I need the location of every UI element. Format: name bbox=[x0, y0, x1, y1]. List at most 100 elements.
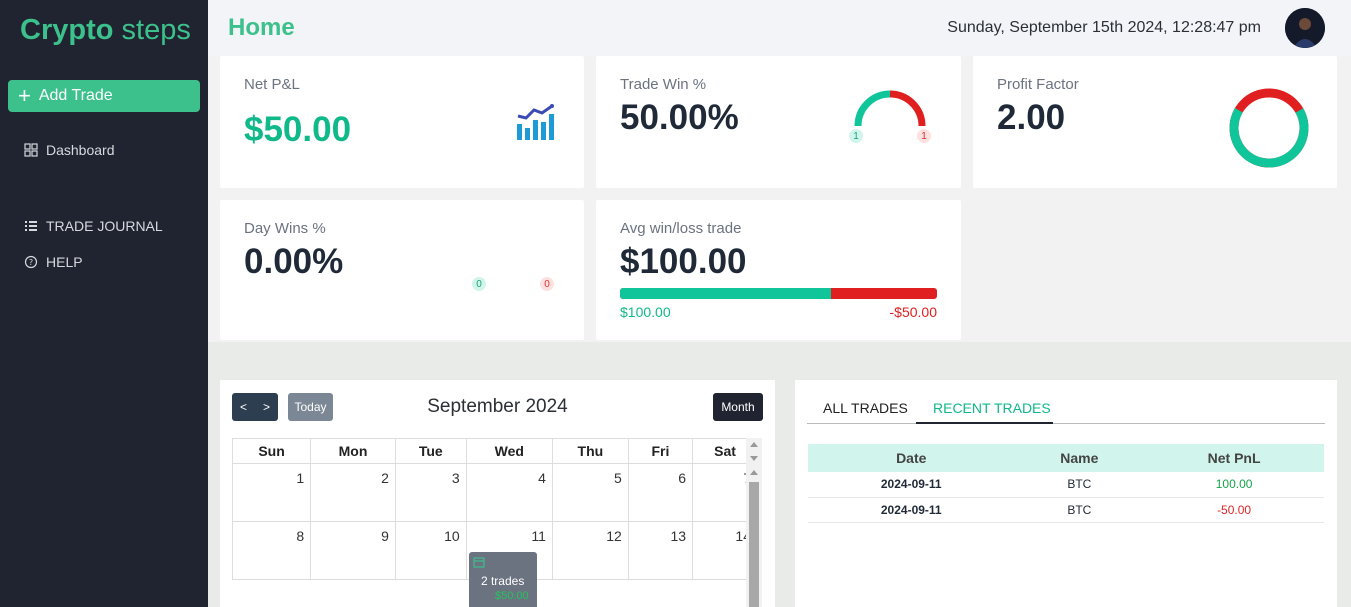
trade-win-gauge bbox=[854, 90, 926, 127]
calendar-panel: < > Today Month September 2024 Sun Mon T… bbox=[220, 380, 775, 607]
sidebar-item-help[interactable]: ? HELP bbox=[24, 254, 83, 270]
win-loss-ratio-bar bbox=[620, 288, 937, 299]
brand-part2: steps bbox=[113, 14, 191, 46]
brand-logo[interactable]: Crypto steps bbox=[20, 14, 191, 47]
day-number: 11 bbox=[531, 528, 546, 544]
calendar-day[interactable]: 5 bbox=[551, 463, 629, 522]
day-wins-count: 0 bbox=[472, 277, 486, 291]
calendar-grid: Sun Mon Tue Wed Thu Fri Sat 1 2 3 4 5 6 … bbox=[231, 438, 758, 607]
table-row[interactable]: 2024-09-11 BTC 100.00 bbox=[808, 472, 1324, 498]
sidebar-item-label: TRADE JOURNAL bbox=[46, 218, 163, 234]
trade-name: BTC bbox=[1014, 472, 1145, 498]
calendar-day[interactable]: 4 bbox=[465, 463, 553, 522]
chart-growth-icon bbox=[517, 104, 554, 140]
calendar-day[interactable]: 13 bbox=[627, 521, 694, 580]
calendar-day[interactable]: 8 bbox=[231, 521, 312, 580]
sidebar-item-label: HELP bbox=[46, 254, 83, 270]
calendar-day[interactable]: 1 bbox=[231, 463, 312, 522]
day-number: 13 bbox=[670, 528, 687, 544]
sidebar-item-dashboard[interactable]: Dashboard bbox=[24, 142, 115, 158]
weekday-header: Tue bbox=[394, 438, 467, 464]
weekday-header: Wed bbox=[465, 438, 553, 464]
sidebar-item-label: Dashboard bbox=[46, 142, 115, 158]
trades-tabs: ALL TRADES RECENT TRADES bbox=[807, 394, 1325, 424]
day-number: 10 bbox=[444, 528, 460, 544]
trade-loss-count: 1 bbox=[917, 129, 931, 143]
day-number: 8 bbox=[296, 528, 305, 544]
current-datetime: Sunday, September 15th 2024, 12:28:47 pm bbox=[947, 19, 1261, 36]
active-tab-indicator bbox=[916, 422, 1053, 424]
weekday-header: Fri bbox=[627, 438, 694, 464]
profit-factor-card: Profit Factor 2.00 bbox=[973, 56, 1337, 188]
column-header-name: Name bbox=[1014, 444, 1145, 472]
event-pnl: $50.00 bbox=[494, 590, 529, 602]
gauge-loss-arc bbox=[889, 90, 926, 127]
list-icon bbox=[25, 221, 37, 231]
calendar-day[interactable]: 6 bbox=[627, 463, 694, 522]
brand-part1: Crypto bbox=[20, 14, 114, 46]
gauge-win-arc bbox=[854, 90, 891, 127]
day-number: 12 bbox=[606, 528, 622, 544]
trade-pnl: 100.00 bbox=[1144, 472, 1324, 498]
event-trade-count: 2 trades bbox=[480, 574, 525, 588]
tab-recent-trades[interactable]: RECENT TRADES bbox=[933, 400, 1051, 416]
day-number: 2 bbox=[381, 470, 389, 486]
avg-win-loss-value: $100.00 bbox=[620, 242, 747, 281]
calendar-day[interactable]: 9 bbox=[310, 521, 396, 580]
calendar-title: September 2024 bbox=[427, 396, 568, 417]
net-pnl-card: Net P&L $50.00 bbox=[220, 56, 584, 188]
help-icon: ? bbox=[24, 255, 38, 269]
calendar-scrollbar[interactable] bbox=[746, 438, 762, 607]
day-number: 1 bbox=[296, 470, 305, 486]
avg-loss-amount: -$50.00 bbox=[889, 304, 937, 320]
profit-factor-label: Profit Factor bbox=[997, 76, 1079, 93]
trade-win-value: 50.00% bbox=[620, 98, 739, 137]
weekday-header: Sun bbox=[231, 438, 312, 464]
avg-win-loss-card: Avg win/loss trade $100.00 $100.00 -$50.… bbox=[596, 200, 961, 340]
calendar-icon bbox=[473, 557, 485, 568]
tab-all-trades[interactable]: ALL TRADES bbox=[823, 400, 908, 416]
trade-pnl: -50.00 bbox=[1144, 497, 1324, 523]
trade-win-card: Trade Win % 50.00% 1 1 bbox=[596, 56, 961, 188]
dashboard-icon bbox=[24, 143, 38, 157]
trade-date: 2024-09-11 bbox=[808, 472, 1015, 498]
user-avatar-icon bbox=[1285, 8, 1325, 48]
svg-text:?: ? bbox=[29, 258, 33, 267]
table-row[interactable]: 2024-09-11 BTC -50.00 bbox=[808, 497, 1324, 523]
day-number: 4 bbox=[538, 470, 546, 486]
day-losses-count: 0 bbox=[540, 277, 554, 291]
day-number: 9 bbox=[381, 528, 389, 544]
day-wins-value: 0.00% bbox=[244, 242, 344, 281]
avg-win-loss-label: Avg win/loss trade bbox=[620, 220, 742, 237]
day-number: 5 bbox=[614, 470, 622, 486]
page-title: Home bbox=[228, 14, 295, 41]
calendar-day[interactable]: 11 2 trades $50.00 bbox=[465, 521, 553, 607]
calendar-day[interactable]: 12 bbox=[551, 521, 629, 580]
trades-table: Date Name Net PnL 2024-09-11 BTC 100.00 … bbox=[808, 444, 1324, 523]
sidebar: Crypto steps + Add Trade Dashboard TRADE… bbox=[0, 0, 208, 607]
sidebar-item-trade-journal[interactable]: TRADE JOURNAL bbox=[24, 218, 163, 234]
avatar[interactable] bbox=[1285, 8, 1325, 48]
win-share-fill bbox=[620, 288, 832, 299]
avg-win-amount: $100.00 bbox=[620, 304, 671, 320]
day-wins-label: Day Wins % bbox=[244, 220, 326, 237]
day-number: 6 bbox=[678, 470, 687, 486]
profit-factor-donut bbox=[1229, 88, 1309, 168]
add-trade-button[interactable]: + Add Trade bbox=[8, 80, 200, 112]
weekday-header: Mon bbox=[310, 438, 396, 464]
calendar-event[interactable]: 2 trades $50.00 bbox=[468, 552, 537, 607]
add-trade-label: Add Trade bbox=[38, 87, 113, 104]
net-pnl-label: Net P&L bbox=[244, 76, 300, 93]
calendar-day[interactable]: 2 bbox=[310, 463, 396, 522]
scroll-arrows-icon bbox=[750, 442, 758, 461]
trade-win-label: Trade Win % bbox=[620, 76, 707, 93]
header: Home Sunday, September 15th 2024, 12:28:… bbox=[208, 0, 1351, 56]
scroll-up-icon bbox=[750, 470, 758, 475]
calendar-day[interactable]: 10 bbox=[394, 521, 467, 580]
scroll-thumb[interactable] bbox=[749, 482, 759, 607]
trades-panel: ALL TRADES RECENT TRADES Date Name Net P… bbox=[795, 380, 1337, 607]
calendar-day[interactable]: 3 bbox=[394, 463, 467, 522]
trade-date: 2024-09-11 bbox=[808, 497, 1015, 523]
weekday-header: Thu bbox=[551, 438, 629, 464]
plus-icon: + bbox=[18, 83, 31, 108]
